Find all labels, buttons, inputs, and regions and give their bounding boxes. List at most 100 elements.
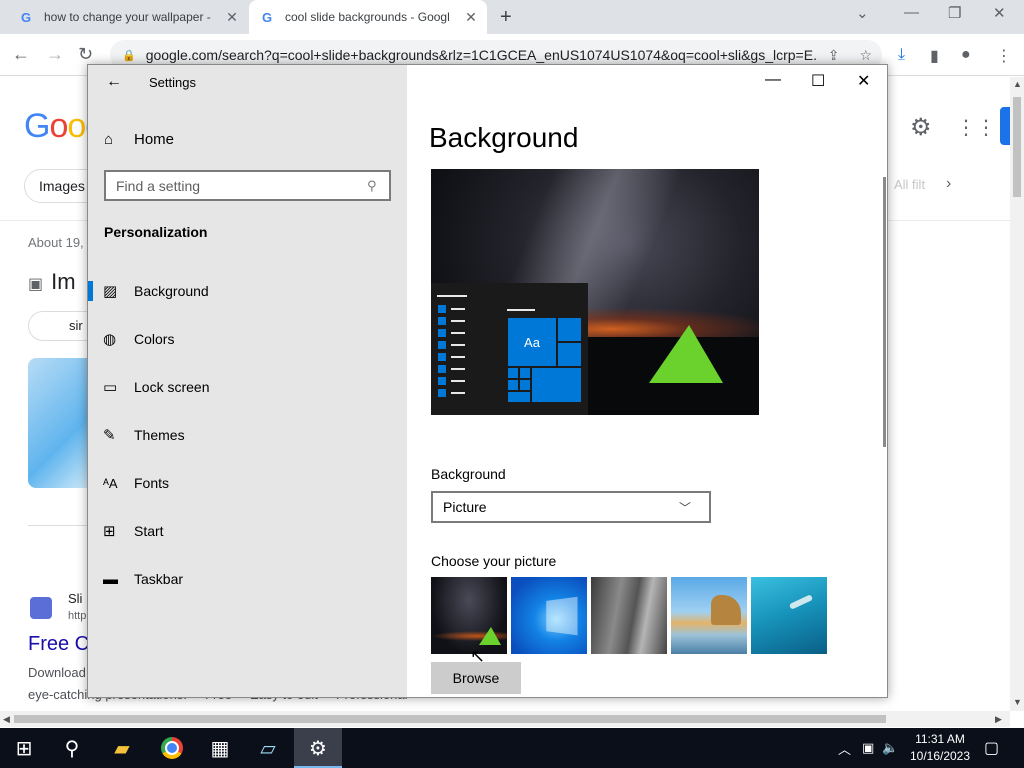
- picture-thumbnail-rock-face[interactable]: [591, 577, 667, 654]
- search-placeholder: Find a setting: [116, 177, 201, 194]
- file-explorer-icon[interactable]: ▰: [98, 728, 146, 768]
- scroll-right-icon[interactable]: ▶: [995, 714, 1002, 725]
- tab-close-icon[interactable]: ✕: [222, 9, 242, 26]
- maximize-icon[interactable]: ☐: [811, 71, 825, 91]
- scroll-left-icon[interactable]: ◀: [3, 714, 10, 725]
- close-icon[interactable]: ✕: [857, 71, 870, 91]
- network-icon[interactable]: ▣: [862, 728, 874, 768]
- browser-tab-slide-backgrounds[interactable]: G cool slide backgrounds - Googl ✕: [249, 0, 487, 34]
- clock[interactable]: 11:31 AM 10/16/2023: [900, 731, 980, 765]
- app-title: Settings: [149, 75, 196, 90]
- settings-window: ← Settings ⌂ Home Find a setting ⚲ Perso…: [87, 64, 888, 698]
- show-hidden-icons-icon[interactable]: ︿: [838, 728, 851, 768]
- settings-gear-icon[interactable]: ⚙: [910, 113, 932, 142]
- nav-item-start[interactable]: ⊞ Start: [88, 513, 407, 549]
- download-icon[interactable]: ⤓: [898, 46, 905, 64]
- back-arrow-icon[interactable]: ←: [106, 73, 122, 91]
- photo-app-icon[interactable]: ▦: [196, 728, 244, 768]
- choose-picture-label: Choose your picture: [431, 553, 557, 569]
- nav-item-themes[interactable]: ✎ Themes: [88, 417, 407, 453]
- google-favicon-icon: G: [261, 9, 273, 25]
- site-favicon-icon: [30, 597, 52, 619]
- nav-label: Lock screen: [134, 379, 210, 395]
- fonts-icon: ᴬA: [103, 475, 118, 491]
- nav-label: Start: [134, 523, 164, 539]
- notification-center-icon[interactable]: ▢: [984, 728, 999, 768]
- background-type-label: Background: [431, 466, 506, 482]
- chevron-right-icon[interactable]: ›: [946, 175, 951, 193]
- bookmark-star-icon[interactable]: ☆: [859, 47, 872, 64]
- start-windows-icon[interactable]: ⊞: [0, 728, 48, 768]
- scroll-up-icon[interactable]: ▲: [1013, 79, 1022, 89]
- nav-item-colors[interactable]: ◍ Colors: [88, 321, 407, 357]
- time-text: 11:31 AM: [915, 732, 965, 746]
- taskbar-icon: ▬: [103, 570, 118, 588]
- tent: [649, 325, 723, 383]
- nav-item-taskbar[interactable]: ▬ Taskbar: [88, 561, 407, 597]
- home-label: Home: [134, 130, 175, 148]
- home-icon: ⌂: [104, 130, 114, 148]
- scrollbar-thumb[interactable]: [1013, 97, 1021, 197]
- all-filters-link[interactable]: All filt: [894, 177, 925, 192]
- nav-item-lock-screen[interactable]: ▭ Lock screen: [88, 369, 407, 405]
- search-icon[interactable]: ⚲: [48, 728, 96, 768]
- google-favicon-icon: G: [20, 9, 32, 25]
- picture-thumbnail-underwater[interactable]: [751, 577, 827, 654]
- lock-screen-icon: ▭: [103, 379, 118, 396]
- scroll-down-icon[interactable]: ▼: [1013, 697, 1022, 707]
- nav-item-background[interactable]: ▨ Background: [88, 273, 407, 309]
- notepad-icon[interactable]: ▱: [244, 728, 292, 768]
- settings-content: — ☐ ✕ Background Aa Background Picture ﹀…: [407, 65, 887, 697]
- new-tab-button[interactable]: +: [500, 6, 512, 29]
- browser-tab-strip: G how to change your wallpaper - ✕ G coo…: [0, 0, 1024, 34]
- minimize-icon[interactable]: —: [904, 4, 919, 21]
- nav-label: Colors: [134, 331, 175, 347]
- start-menu-preview: Aa: [431, 283, 588, 415]
- forward-arrow-icon[interactable]: →: [46, 44, 64, 65]
- nav-item-fonts[interactable]: ᴬA Fonts: [88, 465, 407, 501]
- tab-title: cool slide backgrounds - Googl: [285, 10, 450, 24]
- volume-muted-icon[interactable]: 🔈: [882, 728, 898, 768]
- chrome-icon[interactable]: [148, 728, 196, 768]
- picture-thumbnail-beach[interactable]: [671, 577, 747, 654]
- url-text: google.com/search?q=cool+slide+backgroun…: [145, 47, 818, 63]
- share-icon[interactable]: ⇪: [828, 47, 840, 64]
- tab-close-icon[interactable]: ✕: [461, 9, 481, 26]
- images-heading: ▣ Im: [28, 269, 76, 294]
- reload-icon[interactable]: ↻: [78, 44, 93, 65]
- selection-indicator: [88, 281, 93, 301]
- browser-tab-wallpaper[interactable]: G how to change your wallpaper - ✕: [8, 0, 248, 34]
- picture-thumbnail-windows-blue[interactable]: [511, 577, 587, 654]
- close-window-icon[interactable]: ✕: [993, 4, 1006, 22]
- tab-search-chevron-icon[interactable]: ⌄: [856, 4, 869, 22]
- picture-thumbnail-night-tent[interactable]: [431, 577, 507, 654]
- nav-label: Taskbar: [134, 571, 184, 587]
- page-vertical-scrollbar[interactable]: ▲ ▼: [1010, 77, 1024, 711]
- side-panel-icon[interactable]: ▮: [930, 46, 939, 66]
- background-preview: Aa: [431, 169, 759, 415]
- nav-label: Themes: [134, 427, 185, 443]
- start-icon: ⊞: [103, 523, 116, 540]
- tab-title: how to change your wallpaper -: [44, 10, 211, 24]
- minimize-icon[interactable]: —: [765, 71, 781, 89]
- result-title-link[interactable]: Free C: [28, 633, 89, 656]
- page-horizontal-scrollbar[interactable]: ◀ ▶: [0, 711, 1010, 727]
- settings-gear-icon[interactable]: ⚙: [294, 728, 342, 768]
- profile-avatar-icon[interactable]: ●: [961, 46, 971, 64]
- nav-label: Background: [134, 283, 209, 299]
- chevron-down-icon: ﹀: [679, 500, 692, 515]
- background-type-dropdown[interactable]: Picture ﹀: [431, 491, 711, 523]
- mouse-cursor-icon: ↖: [470, 646, 486, 666]
- scrollbar-thumb[interactable]: [14, 715, 886, 723]
- back-arrow-icon[interactable]: ←: [12, 44, 30, 65]
- restore-icon[interactable]: ❐: [948, 4, 961, 22]
- home-link[interactable]: ⌂ Home: [104, 129, 174, 149]
- palette-icon: ◍: [103, 331, 117, 348]
- windows-taskbar: ⊞ ⚲ ▰ ▦ ▱ ⚙ ︿ ▣ 🔈 11:31 AM 10/16/2023 ▢: [0, 728, 1024, 768]
- chrome-menu-icon[interactable]: ⋮: [996, 46, 1012, 66]
- date-text: 10/16/2023: [909, 749, 971, 763]
- content-scrollbar[interactable]: [883, 177, 886, 447]
- search-icon: ⚲: [367, 177, 377, 193]
- sign-in-button-edge[interactable]: [1000, 107, 1010, 145]
- find-setting-input[interactable]: Find a setting ⚲: [104, 170, 391, 201]
